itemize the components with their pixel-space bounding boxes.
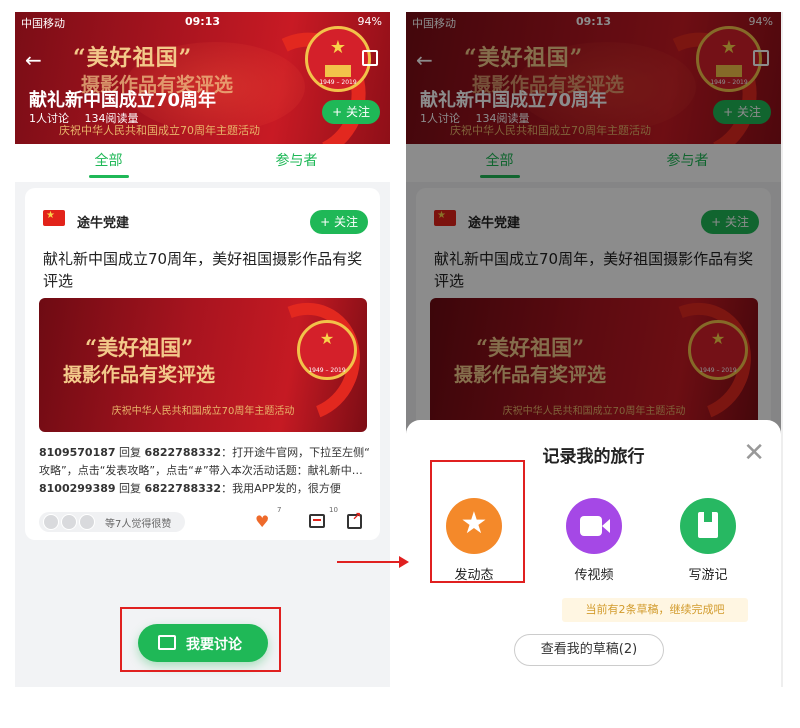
reply-target-id: 6822788332 bbox=[144, 446, 222, 459]
topic-stats: 1人讨论 134阅读量 bbox=[29, 110, 151, 126]
reply-target-id: 6822788332 bbox=[144, 482, 222, 495]
highlight-post-option-box bbox=[430, 460, 525, 583]
topic-title: 献礼新中国成立70周年 bbox=[29, 90, 217, 111]
likers-summary[interactable]: 等7人觉得很赞 bbox=[39, 512, 185, 532]
comment-row: 8100299389 回复 6822788332：我用APP发的，很方便 bbox=[39, 480, 369, 498]
tab-participants[interactable]: 参与者 bbox=[203, 144, 390, 182]
post-image[interactable]: ★ 1949 – 2019 “美好祖国” 摄影作品有奖评选 庆祝中华人民共和国成… bbox=[39, 298, 367, 432]
option-label: 写游记 bbox=[688, 568, 728, 583]
commenter-id: 8109570187 bbox=[39, 446, 116, 459]
tab-bar: 全部 参与者 bbox=[15, 144, 390, 182]
comment-text: ：打开途牛官网，下拉至左侧“游记 bbox=[221, 446, 369, 459]
poster-emblem: ★ 1949 – 2019 bbox=[297, 320, 357, 380]
follow-topic-button[interactable]: + 关注 bbox=[322, 100, 380, 124]
poster-years: 1949 – 2019 bbox=[308, 367, 346, 374]
star-icon: ★ bbox=[329, 37, 347, 58]
post-headline[interactable]: 献礼新中国成立70周年，美好祖国摄影作品有奖评选 bbox=[43, 248, 363, 292]
poster-subtitle: 庆祝中华人民共和国成立70周年主题活动 bbox=[111, 406, 295, 417]
comment-preview[interactable]: 8109570187 回复 6822788332：打开途牛官网，下拉至左侧“游记… bbox=[39, 444, 369, 498]
active-tab-indicator bbox=[89, 175, 129, 178]
comment-icon[interactable] bbox=[309, 514, 325, 528]
banner-motto: “美好祖国” bbox=[73, 45, 193, 71]
back-arrow-icon[interactable]: ← bbox=[25, 48, 42, 72]
close-icon[interactable]: ✕ bbox=[743, 438, 765, 468]
reply-verb: 回复 bbox=[115, 446, 145, 459]
status-bar: 中国移动 09:13 94% bbox=[15, 12, 390, 32]
heart-icon[interactable]: ♥ bbox=[255, 512, 269, 532]
comment-row: 攻略”，点击“发表攻略”，点击“#”带入本次活动话题：献礼新中… bbox=[39, 462, 369, 480]
upload-video-option[interactable]: 传视频 bbox=[554, 490, 634, 586]
share-post-icon[interactable] bbox=[347, 510, 362, 529]
follow-author-button[interactable]: + 关注 bbox=[310, 210, 368, 234]
option-label: 传视频 bbox=[574, 568, 614, 583]
post-card[interactable]: 途牛党建 + 关注 献礼新中国成立70周年，美好祖国摄影作品有奖评选 ★ 194… bbox=[25, 188, 380, 540]
tab-all-label: 全部 bbox=[94, 153, 123, 169]
page-edge bbox=[781, 12, 783, 687]
discussion-count: 1人讨论 bbox=[29, 112, 69, 125]
video-icon bbox=[566, 498, 622, 554]
view-drafts-button[interactable]: 查看我的草稿(2) bbox=[514, 634, 664, 666]
likers-text: 等7人觉得很赞 bbox=[105, 519, 172, 530]
camera-lens bbox=[602, 519, 610, 533]
avatar bbox=[61, 514, 77, 530]
comment-text: 攻略”，点击“发表攻略”，点击“#”带入本次活动话题：献礼新中… bbox=[39, 464, 363, 477]
topic-screen-with-sheet: ★ 1949 – 2019 “美好祖国” 摄影作品有奖评选 庆祝中华人民共和国成… bbox=[406, 12, 781, 687]
comment-text: ：我用APP发的，很方便 bbox=[221, 482, 341, 495]
arrow-line bbox=[337, 561, 401, 563]
tab-participants-label: 参与者 bbox=[275, 153, 318, 169]
book-shape bbox=[698, 512, 718, 538]
avatar bbox=[43, 514, 59, 530]
reply-verb: 回复 bbox=[115, 482, 145, 495]
tiananmen-icon bbox=[325, 65, 351, 77]
arrow-right-icon bbox=[399, 556, 409, 568]
tab-all[interactable]: 全部 bbox=[15, 144, 202, 182]
flag-icon bbox=[43, 210, 65, 226]
post-author[interactable]: 途牛党建 bbox=[77, 212, 129, 231]
drafts-tip: 当前有2条草稿，继续完成吧 bbox=[562, 598, 748, 622]
clock: 09:13 bbox=[184, 15, 220, 28]
camera-body bbox=[580, 516, 602, 536]
comment-count: 10 bbox=[329, 506, 338, 514]
comment-row: 8109570187 回复 6822788332：打开途牛官网，下拉至左侧“游记 bbox=[39, 444, 369, 462]
star-icon: ★ bbox=[319, 329, 335, 348]
poster-motto: “美好祖国” bbox=[85, 335, 194, 360]
commenter-id: 8100299389 bbox=[39, 482, 116, 495]
read-count: 134阅读量 bbox=[84, 112, 139, 125]
highlight-discuss-box bbox=[120, 607, 281, 672]
like-count: 7 bbox=[277, 506, 282, 514]
share-icon[interactable] bbox=[362, 50, 378, 66]
notebook-icon bbox=[680, 498, 736, 554]
topic-screen: ★ 1949 – 2019 “美好祖国” 摄影作品有奖评选 庆祝中华人民共和国成… bbox=[15, 12, 390, 687]
avatar bbox=[79, 514, 95, 530]
poster-motto2: 摄影作品有奖评选 bbox=[63, 364, 216, 386]
emblem-years: 1949 – 2019 bbox=[319, 79, 357, 86]
write-notes-option[interactable]: 写游记 bbox=[668, 490, 748, 586]
battery-level: 94% bbox=[357, 15, 382, 28]
